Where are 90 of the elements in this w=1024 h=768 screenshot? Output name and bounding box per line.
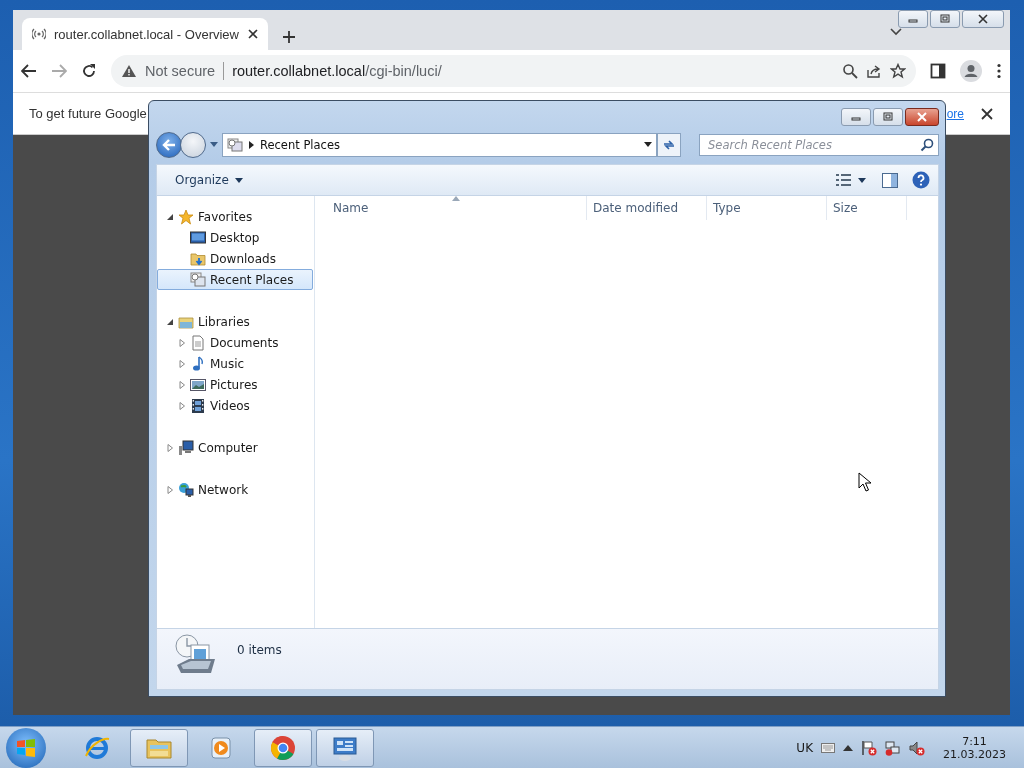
computer-icon [178,439,194,456]
column-header[interactable]: Size [827,196,907,220]
expander-icon[interactable] [166,317,174,326]
expander-icon[interactable] [166,212,174,221]
nav-item[interactable]: Computer [157,437,313,458]
details-view-icon [836,174,852,186]
help-icon[interactable] [912,171,930,189]
caret-icon [234,177,243,183]
preview-pane-icon[interactable] [882,172,898,188]
folder-download-icon [190,250,206,267]
organize-button[interactable]: Organize [173,171,245,189]
nav-item[interactable]: Desktop [157,227,313,248]
refresh-icon [662,138,676,151]
caret-icon[interactable] [644,142,652,147]
close-icon[interactable] [981,107,993,120]
maximize-icon [939,14,951,24]
desktop-icon [190,229,206,246]
chevron-up-icon[interactable] [843,744,853,751]
maximize-button[interactable] [930,10,960,28]
broadcast-icon [32,28,46,40]
nav-item[interactable]: Libraries [157,311,313,332]
browser-tab[interactable]: router.collabnet.local - Overview [22,18,268,50]
document-icon [190,334,206,351]
close-icon [977,14,989,24]
infobar-link[interactable]: ore [946,106,964,121]
minimize-button[interactable] [841,108,871,126]
nav-item[interactable]: Favorites [157,206,313,227]
breadcrumb-item[interactable]: Recent Places [260,137,340,152]
recent-places-icon [190,271,206,288]
search-field[interactable]: Search Recent Places [699,133,939,156]
caret-icon [249,140,254,149]
recent-places-icon [227,137,243,152]
url-text[interactable]: router.collabnet.local/cgi-bin/luci/ [232,63,442,79]
maximize-icon [882,112,894,122]
windows-logo-icon [16,737,36,758]
column-header[interactable]: Type [707,196,827,220]
nav-item[interactable]: Network [157,479,313,500]
reload-icon[interactable] [81,63,97,79]
profile-avatar-icon[interactable] [960,60,982,82]
infobar-text: To get future Google [29,106,147,121]
side-panel-icon[interactable] [930,63,946,79]
close-button[interactable] [905,108,939,126]
menu-icon[interactable] [996,63,1002,79]
refresh-button[interactable] [657,132,681,157]
taskbar-button[interactable] [254,728,312,767]
address-bar[interactable]: Not secure router.collabnet.local/cgi-bin/luci/ [111,55,916,87]
back-button[interactable] [156,131,182,158]
column-header[interactable]: Date modified [587,196,707,220]
chrome-logo-icon [269,733,297,762]
nav-item[interactable]: Videos [157,395,313,416]
nav-item[interactable]: Recent Places [157,269,313,290]
picture-icon [190,376,206,393]
nav-item[interactable]: Music [157,353,313,374]
keyboard-icon[interactable] [821,742,835,753]
warning-icon [121,64,137,78]
zoom-icon[interactable] [842,63,858,79]
caret-icon [858,177,866,183]
flag-error-icon[interactable] [861,739,877,756]
search-icon[interactable] [920,137,934,152]
taskbar-button[interactable] [130,728,188,767]
item-count: 0 items [237,642,282,657]
music-note-icon [190,355,206,372]
network-icon [178,481,194,498]
star-icon [178,208,194,225]
star-icon[interactable] [890,63,906,79]
taskbar-button[interactable] [316,728,374,767]
nav-item[interactable]: Downloads [157,248,313,269]
tab-title: router.collabnet.local - Overview [54,26,240,42]
speaker-muted-icon[interactable] [909,739,925,756]
chevron-down-icon[interactable] [890,28,902,36]
nav-item[interactable]: Pictures [157,374,313,395]
share-icon[interactable] [866,63,882,79]
language-indicator[interactable]: UK [796,740,813,755]
start-button[interactable] [6,727,46,768]
close-button[interactable] [962,10,1004,28]
network-error-icon[interactable] [885,739,901,756]
security-warning[interactable]: Not secure [145,63,216,79]
mouse-cursor-icon [858,472,872,492]
close-icon[interactable] [248,29,258,39]
sort-arrow-icon [452,196,460,201]
view-options-button[interactable] [834,172,868,188]
close-icon [916,112,928,122]
nav-item[interactable]: Documents [157,332,313,353]
back-arrow-icon[interactable] [21,64,37,78]
back-arrow-icon [162,138,176,151]
film-icon [190,397,206,414]
breadcrumb-bar[interactable]: Recent Places [222,132,657,157]
new-tab-icon[interactable] [282,30,296,44]
clock[interactable]: 7:11 21.03.2023 [943,734,1006,761]
forward-button[interactable] [180,131,206,158]
